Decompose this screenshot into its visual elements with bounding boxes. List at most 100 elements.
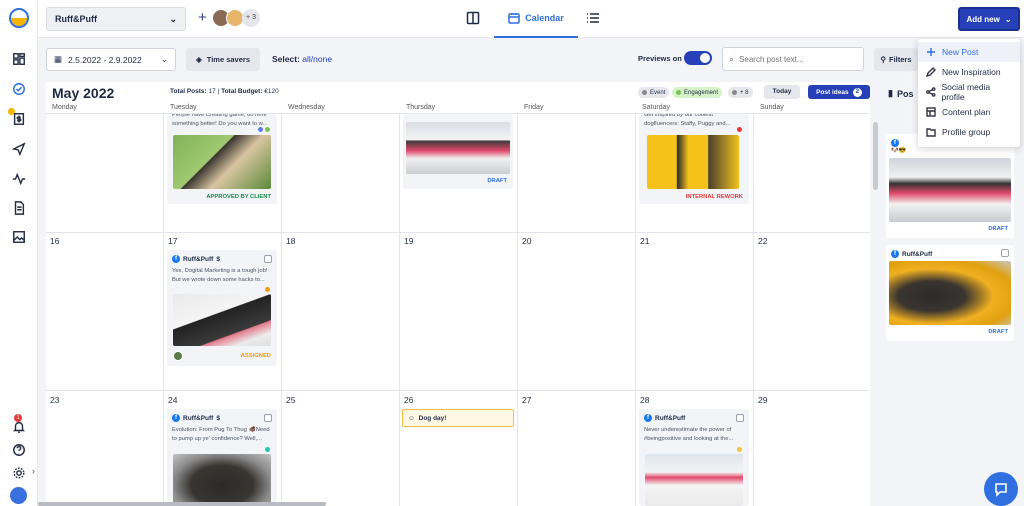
select-all-link[interactable]: all [302, 54, 311, 64]
filters-button[interactable]: ⚲ Filters [874, 48, 918, 71]
weekday-label: Tuesday [170, 104, 197, 111]
weekday-label: Saturday [642, 104, 671, 111]
assignee-avatar[interactable] [173, 351, 183, 361]
idea-card-header: f Ruff&Puff [891, 250, 932, 258]
post-card[interactable]: Get inspired by our coolest dogfluencers… [639, 114, 749, 204]
page-name: Ruff&Puff [655, 414, 686, 422]
grid-line [281, 114, 282, 506]
post-status: INTERNAL REWORK [685, 194, 743, 200]
previews-toggle[interactable] [684, 51, 712, 65]
post-text: Yes, Dogital Marketing is a tough job! B… [172, 268, 268, 283]
date-range-picker[interactable]: ▦ 2.5.2022 - 2.9.2022 ⌄ [46, 48, 176, 71]
user-avatar[interactable] [10, 487, 27, 504]
page-name: Ruff&Puff [183, 414, 214, 422]
page-name: Ruff&Puff [902, 250, 933, 258]
day-number: 28 [640, 395, 650, 405]
idea-card[interactable]: f Ruff&Puff DRAFT [886, 245, 1014, 341]
team-more[interactable]: + 3 [242, 9, 260, 27]
select-checkbox[interactable] [736, 414, 744, 422]
day-number: 25 [286, 395, 296, 405]
post-image [173, 294, 271, 346]
label-dot [737, 447, 742, 452]
document-icon[interactable] [10, 199, 28, 217]
tag-label: Engagement [684, 89, 719, 96]
label-dot [737, 127, 742, 132]
menu-item-label: New Post [942, 47, 979, 57]
list-view-icon[interactable] [586, 11, 600, 25]
select-control: Select: all/none [272, 54, 332, 64]
select-checkbox[interactable] [264, 414, 272, 422]
menu-item-profile-group[interactable]: Profile group [918, 122, 1020, 142]
tag-more[interactable]: + 8 [728, 87, 753, 98]
app-logo[interactable] [9, 8, 29, 28]
menu-item-label: Social media profile [941, 82, 991, 102]
tag-engagement[interactable]: Engagement [672, 87, 723, 98]
grid-line [46, 390, 870, 391]
post-card[interactable]: f Ruff&Puff $ Evolution: From Pug To Thu… [167, 409, 277, 506]
select-checkbox[interactable] [264, 255, 272, 263]
analytics-icon[interactable] [10, 170, 28, 188]
calendar-toolbar: ▦ 2.5.2022 - 2.9.2022 ⌄ ◈ Time savers Se… [38, 38, 1024, 82]
month-title: May 2022 [52, 85, 115, 101]
post-image [647, 135, 739, 189]
post-ideas-button[interactable]: Post ideas 2 [808, 85, 870, 99]
settings-icon[interactable] [10, 464, 28, 482]
menu-item-content-plan[interactable]: Content plan [918, 102, 1020, 122]
tag-dot [642, 90, 647, 95]
horizontal-scrollbar[interactable] [38, 502, 326, 506]
today-button[interactable]: Today [764, 85, 800, 99]
idea-card[interactable]: f 🐶😎 DRAFT [886, 134, 1014, 238]
chat-support-button[interactable] [984, 472, 1018, 506]
post-card[interactable]: DRAFT [403, 114, 513, 189]
day-number: 19 [404, 236, 414, 246]
idea-status: DRAFT [988, 226, 1008, 232]
idea-status: DRAFT [988, 329, 1008, 335]
tag-label: + 8 [740, 89, 749, 96]
chevron-right-icon[interactable]: › [32, 466, 35, 476]
calendar-icon: ▦ [54, 54, 63, 64]
brand-select[interactable]: Ruff&Puff ⌄ [46, 7, 186, 31]
post-card-header: f Ruff&Puff $ [172, 255, 220, 263]
tag-dot [676, 90, 681, 95]
event-card[interactable]: ☺ Dog day! [402, 409, 514, 427]
menu-item-social-profile[interactable]: Social media profile [918, 82, 1020, 102]
add-member-icon[interactable]: + [198, 9, 207, 27]
post-text: Get inspired by our coolest dogfluencers… [644, 114, 731, 127]
content-plan-icon [926, 107, 936, 117]
menu-item-label: Profile group [942, 127, 991, 137]
post-text: Evolution: From Pug To Thug 🐗Need to pum… [172, 427, 270, 442]
time-savers-button[interactable]: ◈ Time savers [186, 48, 260, 71]
post-card[interactable]: f Ruff&Puff Never underestimate the powe… [639, 409, 749, 506]
image-icon[interactable] [10, 228, 28, 246]
tag-event[interactable]: Event [638, 87, 670, 98]
facebook-icon: f [891, 139, 899, 147]
dashboard-icon[interactable] [10, 50, 28, 68]
day-number: 16 [50, 236, 60, 246]
help-icon[interactable] [10, 441, 28, 459]
post-text: People have Creating game, do here somet… [172, 114, 268, 127]
tab-calendar[interactable]: Calendar [494, 0, 578, 38]
select-label: Select: [272, 54, 300, 64]
day-number: 22 [758, 236, 768, 246]
time-savers-label: Time savers [206, 55, 250, 64]
day-number: 26 [404, 395, 414, 405]
send-icon[interactable] [10, 140, 28, 158]
menu-item-new-post[interactable]: New Post [918, 42, 1020, 62]
add-new-button[interactable]: Add new ⌄ [958, 7, 1020, 31]
post-card[interactable]: f Ruff&Puff $ Yes, Dogital Marketing is … [167, 250, 277, 366]
select-none-link[interactable]: none [313, 54, 332, 64]
calendar-grid: May 2022 Total Posts: 17 | Total Budget:… [46, 82, 870, 506]
search-input[interactable] [739, 54, 850, 64]
idea-image [889, 158, 1011, 222]
select-checkbox[interactable] [1001, 249, 1009, 257]
budget-icon[interactable] [10, 110, 28, 128]
split-view-icon[interactable] [466, 11, 480, 25]
total-posts-label: Total Posts: [170, 88, 207, 95]
day-number: 18 [286, 236, 296, 246]
pencil-icon [926, 67, 936, 77]
menu-item-new-inspiration[interactable]: New Inspiration [918, 62, 1020, 82]
check-circle-icon[interactable] [10, 80, 28, 98]
post-card[interactable]: People have Creating game, do here somet… [167, 114, 277, 204]
day-number: 21 [640, 236, 650, 246]
calendar-scrollbar[interactable] [873, 122, 878, 190]
